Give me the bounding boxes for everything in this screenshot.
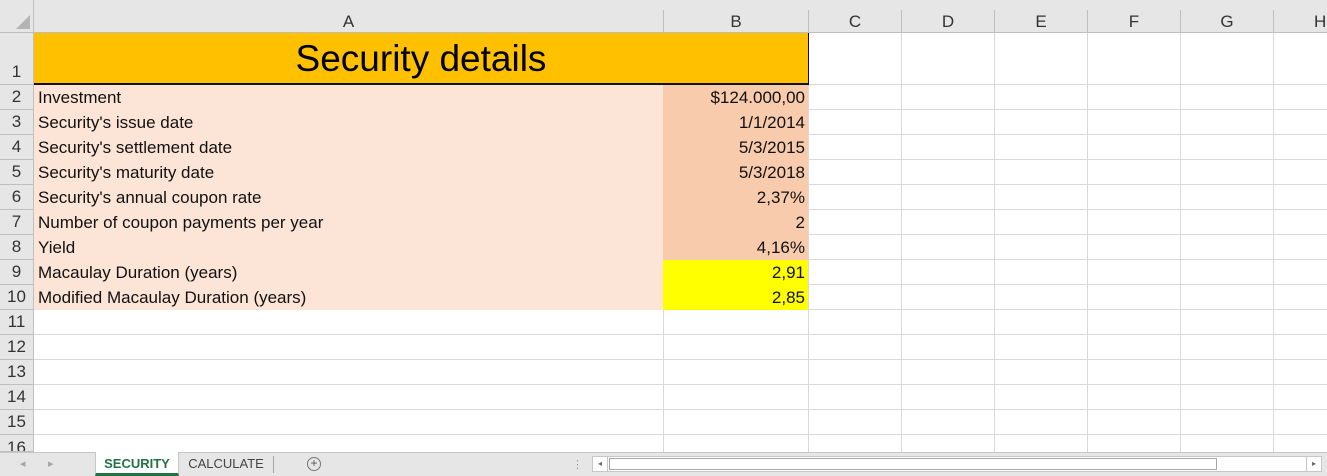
- select-all-icon: [16, 15, 30, 29]
- title-cell[interactable]: Security details: [34, 33, 809, 85]
- row-header-12[interactable]: 12: [0, 335, 34, 360]
- row-header-4[interactable]: 4: [0, 135, 34, 160]
- row-header-8[interactable]: 8: [0, 235, 34, 260]
- row-header-16[interactable]: 16: [0, 435, 34, 452]
- add-sheet-icon[interactable]: +: [307, 457, 321, 471]
- scroll-left-icon[interactable]: ◂: [593, 457, 608, 471]
- column-header-strip: [34, 0, 1327, 10]
- row-header-9[interactable]: 9: [0, 260, 34, 285]
- value-modified-duration[interactable]: 2,85: [663, 285, 808, 310]
- value-maturity-date[interactable]: 5/3/2018: [663, 160, 808, 185]
- row-header-7[interactable]: 7: [0, 210, 34, 235]
- column-header-h[interactable]: H: [1274, 10, 1327, 33]
- row-header-3[interactable]: 3: [0, 110, 34, 135]
- row-header-2[interactable]: 2: [0, 85, 34, 110]
- tab-scroll-left-icon[interactable]: ◂: [20, 457, 26, 470]
- label-coupon-frequency[interactable]: Number of coupon payments per year: [34, 210, 663, 235]
- value-investment[interactable]: $124.000,00: [663, 85, 808, 110]
- row-header-13[interactable]: 13: [0, 360, 34, 385]
- value-settlement-date[interactable]: 5/3/2015: [663, 135, 808, 160]
- column-header-f[interactable]: F: [1088, 10, 1181, 33]
- label-modified-duration[interactable]: Modified Macaulay Duration (years): [34, 285, 663, 310]
- label-issue-date[interactable]: Security's issue date: [34, 110, 663, 135]
- label-maturity-date[interactable]: Security's maturity date: [34, 160, 663, 185]
- column-header-b[interactable]: B: [664, 10, 809, 33]
- label-yield[interactable]: Yield: [34, 235, 663, 260]
- scroll-right-icon[interactable]: ▸: [1306, 457, 1321, 471]
- sheet-tab-calculate[interactable]: CALCULATE: [180, 452, 272, 476]
- column-header-g[interactable]: G: [1181, 10, 1274, 33]
- row-header-1[interactable]: 1: [0, 33, 34, 85]
- row-header-5[interactable]: 5: [0, 160, 34, 185]
- horizontal-scrollbar[interactable]: ◂ ▸: [592, 456, 1322, 472]
- row-header-14[interactable]: 14: [0, 385, 34, 410]
- scrollbar-thumb[interactable]: [609, 458, 1217, 470]
- sheet-tab-bar: ◂ ▸ SECURITY CALCULATE + ⋮ ◂ ▸: [0, 452, 1327, 476]
- row-header-10[interactable]: 10: [0, 285, 34, 310]
- select-all-corner[interactable]: [0, 0, 34, 33]
- worksheet-grid[interactable]: Security details Investment $124.000,00 …: [34, 33, 1327, 452]
- label-macaulay-duration[interactable]: Macaulay Duration (years): [34, 260, 663, 285]
- value-coupon-frequency[interactable]: 2: [663, 210, 808, 235]
- column-header-d[interactable]: D: [902, 10, 995, 33]
- tab-divider: [273, 456, 274, 473]
- row-header-15[interactable]: 15: [0, 410, 34, 435]
- value-macaulay-duration[interactable]: 2,91: [663, 260, 808, 285]
- split-handle-icon[interactable]: ⋮: [572, 458, 583, 471]
- label-settlement-date[interactable]: Security's settlement date: [34, 135, 663, 160]
- value-yield[interactable]: 4,16%: [663, 235, 808, 260]
- value-coupon-rate[interactable]: 2,37%: [663, 185, 808, 210]
- value-issue-date[interactable]: 1/1/2014: [663, 110, 808, 135]
- row-header-6[interactable]: 6: [0, 185, 34, 210]
- column-header-e[interactable]: E: [995, 10, 1088, 33]
- label-coupon-rate[interactable]: Security's annual coupon rate: [34, 185, 663, 210]
- column-header-a[interactable]: A: [34, 10, 664, 33]
- label-investment[interactable]: Investment: [34, 85, 663, 110]
- column-header-c[interactable]: C: [809, 10, 902, 33]
- row-header-11[interactable]: 11: [0, 310, 34, 335]
- tab-scroll-right-icon[interactable]: ▸: [48, 457, 54, 470]
- sheet-tab-security[interactable]: SECURITY: [95, 452, 179, 476]
